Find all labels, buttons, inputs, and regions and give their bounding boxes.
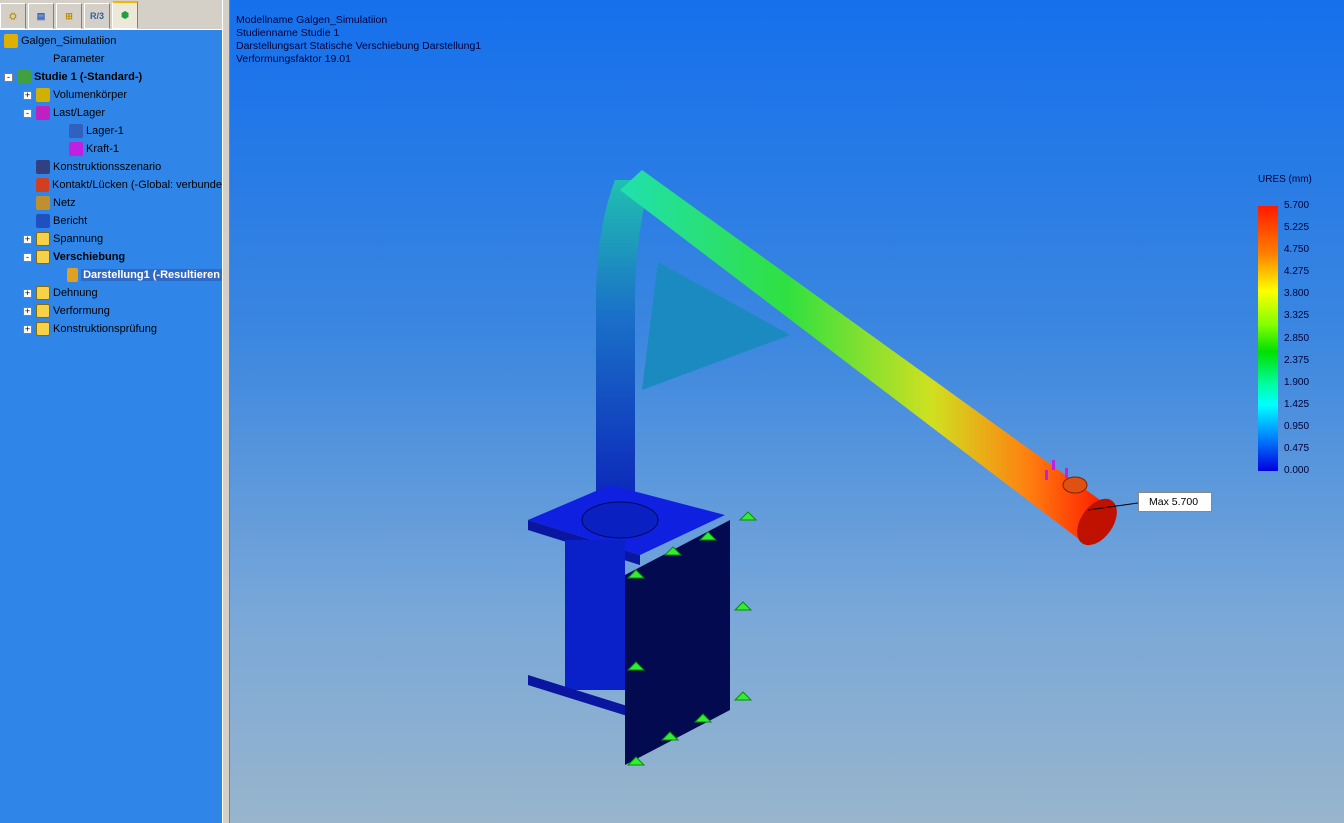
collapse-icon[interactable]: - (4, 72, 13, 82)
configuration-manager-icon: ⊞ (65, 10, 73, 21)
tree-item-label: Bericht (53, 215, 88, 227)
force-icon (69, 142, 83, 156)
tree-item[interactable]: Darstellung1 (-Resultieren (0, 266, 222, 284)
legend-tick: 3.325 (1284, 310, 1310, 322)
legend-tick: 1.900 (1284, 376, 1310, 388)
expand-icon[interactable]: + (23, 324, 32, 334)
tree-item-label: Dehnung (53, 287, 98, 299)
tree-item[interactable]: - Studie 1 (-Standard-) (0, 68, 222, 86)
color-legend: URES (mm) 5.700 5.225 4.750 4.275 3.800 3.325… (1258, 174, 1344, 476)
solid-body-icon (36, 88, 50, 102)
tree-item[interactable]: + Volumenkörper (0, 86, 222, 104)
tree-item-label: Verschiebung (53, 251, 126, 263)
load-fixture-icon (36, 106, 50, 120)
graphics-viewport[interactable]: Modellname Galgen_Simulatiion Studiennam… (230, 0, 1344, 823)
tree-item[interactable]: Kraft-1 (0, 140, 222, 158)
max-value-label: Max 5.700 (1138, 492, 1212, 512)
folder-icon (36, 250, 50, 264)
tree-item[interactable]: + Dehnung (0, 284, 222, 302)
expand-icon[interactable]: + (23, 90, 32, 100)
base-block (528, 485, 730, 765)
folder-icon (36, 232, 50, 246)
legend-title: URES (mm) (1258, 174, 1312, 185)
expand-icon[interactable]: + (23, 306, 32, 316)
contact-icon (35, 178, 49, 192)
simulation-tree: Galgen_Simulatiion Parameter - Studie 1 (-S… (0, 30, 222, 338)
feature-tree-panel: ⛭ ▤ ⊞ R/3 ⬢ Galgen_Simulatiion Parameter - Stud… (0, 0, 222, 823)
report-icon (36, 214, 50, 228)
mesh-icon (36, 196, 50, 210)
tree-item-label: Studie 1 (-Standard-) (34, 71, 143, 83)
tab-dimxpert[interactable]: R/3 (84, 3, 110, 29)
tree-item[interactable]: Netz (0, 194, 222, 212)
fixture-icon (69, 124, 83, 138)
legend-tick: 2.850 (1284, 332, 1310, 344)
tab-simulation[interactable]: ⬢ (112, 1, 138, 29)
tree-item[interactable]: - Verschiebung (0, 248, 222, 266)
parameter-icon (36, 52, 50, 66)
tab-feature-manager[interactable]: ⛭ (0, 3, 26, 29)
part-icon (4, 34, 18, 48)
model-3d[interactable] (230, 0, 1344, 823)
property-manager-icon: ▤ (36, 10, 46, 21)
tree-item-label: Kontakt/Lücken (-Global: verbunde (52, 179, 222, 191)
folder-icon (36, 304, 50, 318)
collapse-icon[interactable]: - (23, 252, 32, 262)
tree-item-label: Verformung (53, 305, 110, 317)
manager-tabs: ⛭ ▤ ⊞ R/3 ⬢ (0, 0, 222, 30)
dimxpert-icon: R/3 (89, 11, 104, 21)
folder-icon (36, 322, 50, 336)
panel-splitter[interactable] (222, 0, 230, 823)
tab-property-manager[interactable]: ▤ (28, 3, 54, 29)
tree-item-label: Netz (53, 197, 76, 209)
legend-color-bar (1258, 206, 1278, 471)
tree-item[interactable]: Konstruktionsszenario (0, 158, 222, 176)
tree-item[interactable]: + Verformung (0, 302, 222, 320)
vertical-post (596, 180, 650, 520)
tree-item-label: Volumenkörper (53, 89, 127, 101)
tree-item[interactable]: - Last/Lager (0, 104, 222, 122)
design-scenario-icon (36, 160, 50, 174)
legend-tick: 2.375 (1284, 354, 1310, 366)
legend-tick: 4.750 (1284, 244, 1310, 256)
expand-icon[interactable]: + (23, 234, 32, 244)
legend-tick: 0.950 (1284, 420, 1310, 432)
tree-item-label: Parameter (53, 53, 105, 65)
simulation-icon: ⬢ (121, 10, 129, 20)
tree-item[interactable]: Kontakt/Lücken (-Global: verbunde (0, 176, 222, 194)
tree-item-label: Spannung (53, 233, 104, 245)
tree-item[interactable]: + Spannung (0, 230, 222, 248)
tree-item-label: Lager-1 (86, 125, 124, 137)
legend-tick: 0.000 (1284, 465, 1310, 476)
study-icon (17, 70, 31, 84)
tree-item-label: Last/Lager (53, 107, 105, 119)
tree-item[interactable]: Lager-1 (0, 122, 222, 140)
legend-tick: 1.425 (1284, 398, 1310, 410)
plot-icon (66, 268, 79, 282)
tree-item-label: Kraft-1 (86, 143, 120, 155)
feature-manager-icon: ⛭ (9, 10, 17, 21)
legend-tick: 3.800 (1284, 288, 1310, 300)
expand-icon[interactable]: + (23, 288, 32, 298)
legend-tick: 5.225 (1284, 222, 1310, 234)
tree-item[interactable]: Galgen_Simulatiion (0, 32, 222, 50)
tree-item[interactable]: Bericht (0, 212, 222, 230)
collapse-icon[interactable]: - (23, 108, 32, 118)
legend-tick: 5.700 (1284, 200, 1310, 211)
tree-item-label: Konstruktionsprüfung (53, 323, 157, 335)
tree-item-label: Galgen_Simulatiion (21, 35, 117, 47)
legend-tick: 0.475 (1284, 442, 1310, 454)
folder-icon (36, 286, 50, 300)
tree-item[interactable]: Parameter (0, 50, 222, 68)
tree-item[interactable]: + Konstruktionsprüfung (0, 320, 222, 338)
tree-item-label: Darstellung1 (-Resultieren (81, 269, 222, 281)
tree-item-label: Konstruktionsszenario (53, 161, 162, 173)
tab-configuration-manager[interactable]: ⊞ (56, 3, 82, 29)
legend-tick: 4.275 (1284, 266, 1310, 278)
